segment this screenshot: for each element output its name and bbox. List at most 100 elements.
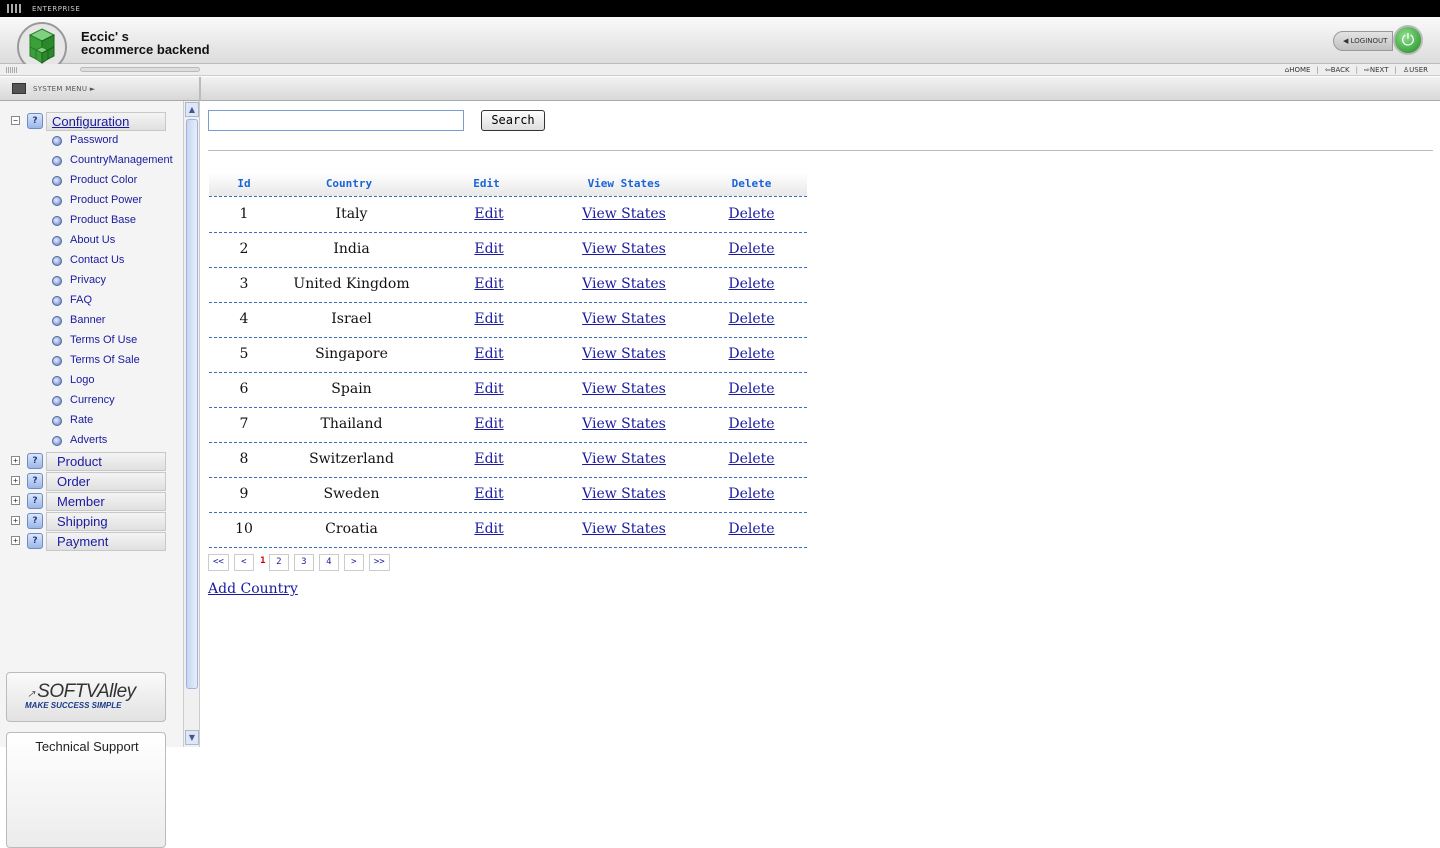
tree-label-configuration[interactable]: Configuration [46,112,166,131]
sidebar-item-label: Terms Of Use [70,334,138,346]
search-input[interactable] [208,110,464,131]
nav-back-label: BACK [1330,66,1350,74]
delete-link[interactable]: Delete [719,381,784,397]
delete-link[interactable]: Delete [719,416,784,432]
sidebar-item-product-base[interactable]: Product Base [52,212,182,232]
nav-next[interactable]: ⇨NEXT [1364,66,1388,74]
expand-icon[interactable]: + [11,456,20,465]
sidebar-item-countrymanagement[interactable]: CountryManagement [52,152,182,172]
tree-label-order[interactable]: Order [46,472,166,491]
edit-link[interactable]: Edit [459,381,519,397]
expand-icon[interactable]: + [11,476,20,485]
delete-link[interactable]: Delete [719,276,784,292]
view-states-link[interactable]: View States [569,276,679,292]
edit-link[interactable]: Edit [459,346,519,362]
page-first-button[interactable]: << [208,554,229,571]
edit-link[interactable]: Edit [459,241,519,257]
page-next-button[interactable]: > [343,554,364,571]
cell-country: Spain [331,381,372,397]
tree-node-order[interactable]: +? Order [0,471,183,491]
bullet-icon [52,396,62,406]
sidebar-item-about-us[interactable]: About Us [52,232,182,252]
sidebar-item-contact-us[interactable]: Contact Us [52,252,182,272]
nav-user[interactable]: ♙USER [1403,66,1428,74]
delete-link[interactable]: Delete [719,486,784,502]
edit-link[interactable]: Edit [459,311,519,327]
softvalley-logo[interactable]: ↗ SOFTVAlley MAKE SUCCESS SIMPLE [6,672,166,722]
table-row: 10 Croatia Edit View States Delete [209,513,807,548]
nav-home[interactable]: ⌂HOME [1285,66,1311,74]
sidebar-item-product-power[interactable]: Product Power [52,192,182,212]
header-resize-grip[interactable] [80,67,200,72]
apps-grid-icon[interactable] [7,4,23,13]
page-last-button[interactable]: >> [368,554,390,571]
edit-link[interactable]: Edit [459,276,519,292]
scroll-up-icon[interactable]: ▲ [185,102,199,117]
scrollbar-thumb[interactable] [186,119,198,689]
sidebar-item-faq[interactable]: FAQ [52,292,182,312]
page-2-button[interactable]: 2 [268,554,289,571]
delete-link[interactable]: Delete [719,346,784,362]
sub-bar [0,64,1440,76]
sidebar-item-rate[interactable]: Rate [52,412,182,432]
search-button[interactable]: Search [481,110,545,131]
view-states-link[interactable]: View States [569,346,679,362]
delete-link[interactable]: Delete [719,451,784,467]
view-states-link[interactable]: View States [569,241,679,257]
sidebar-item-label: Product Color [70,174,138,186]
collapse-icon[interactable]: − [11,116,20,125]
tree-node-payment[interactable]: +? Payment [0,531,183,551]
view-states-link[interactable]: View States [569,521,679,537]
view-states-link[interactable]: View States [569,381,679,397]
delete-link[interactable]: Delete [719,311,784,327]
softvalley-logo-label: SOFTVAlley [37,681,136,702]
sidebar-item-privacy[interactable]: Privacy [52,272,182,292]
tree-label-payment[interactable]: Payment [46,532,166,551]
delete-link[interactable]: Delete [719,206,784,222]
scroll-down-icon[interactable]: ▼ [185,730,199,745]
sidebar-item-terms-of-sale[interactable]: Terms Of Sale [52,352,182,372]
page-4-button[interactable]: 4 [318,554,339,571]
edit-link[interactable]: Edit [459,206,519,222]
sidebar-scrollbar[interactable]: ▲ ▼ [183,101,200,747]
delete-link[interactable]: Delete [719,521,784,537]
sidebar-item-adverts[interactable]: Adverts [52,432,182,452]
add-country-link[interactable]: Add Country [208,581,298,597]
logout-button[interactable]: ◀ LOGINOUT [1333,31,1393,51]
sidebar-item-terms-of-use[interactable]: Terms Of Use [52,332,182,352]
tree-node-configuration[interactable]: − ? Configuration [0,111,183,131]
tree-label-shipping[interactable]: Shipping [46,512,166,531]
system-menu-label[interactable]: SYSTEM MENU ► [33,85,95,93]
view-states-link[interactable]: View States [569,451,679,467]
nav-back[interactable]: ⇦BACK [1325,66,1350,74]
bullet-icon [52,136,62,146]
view-states-link[interactable]: View States [569,311,679,327]
tree-label-product[interactable]: Product [46,452,166,471]
sidebar-item-banner[interactable]: Banner [52,312,182,332]
edit-link[interactable]: Edit [459,486,519,502]
view-states-link[interactable]: View States [569,486,679,502]
tree-node-product[interactable]: +? Product [0,451,183,471]
edit-link[interactable]: Edit [459,451,519,467]
sidebar-item-product-color[interactable]: Product Color [52,172,182,192]
page-prev-button[interactable]: < [233,554,254,571]
sidebar-item-currency[interactable]: Currency [52,392,182,412]
page-3-button[interactable]: 3 [293,554,314,571]
cell-id: 9 [239,486,249,502]
tree-node-member[interactable]: +? Member [0,491,183,511]
edit-link[interactable]: Edit [459,416,519,432]
delete-link[interactable]: Delete [719,241,784,257]
cell-id: 5 [239,346,249,362]
sidebar-item-logo[interactable]: Logo [52,372,182,392]
nav-home-label: HOME [1289,66,1311,74]
expand-icon[interactable]: + [11,536,20,545]
expand-icon[interactable]: + [11,516,20,525]
expand-icon[interactable]: + [11,496,20,505]
view-states-link[interactable]: View States [569,206,679,222]
sidebar-item-password[interactable]: Password [52,132,182,152]
edit-link[interactable]: Edit [459,521,519,537]
power-icon[interactable]: ⏻ [1393,25,1423,55]
view-states-link[interactable]: View States [569,416,679,432]
tree-label-member[interactable]: Member [46,492,166,511]
tree-node-shipping[interactable]: +? Shipping [0,511,183,531]
